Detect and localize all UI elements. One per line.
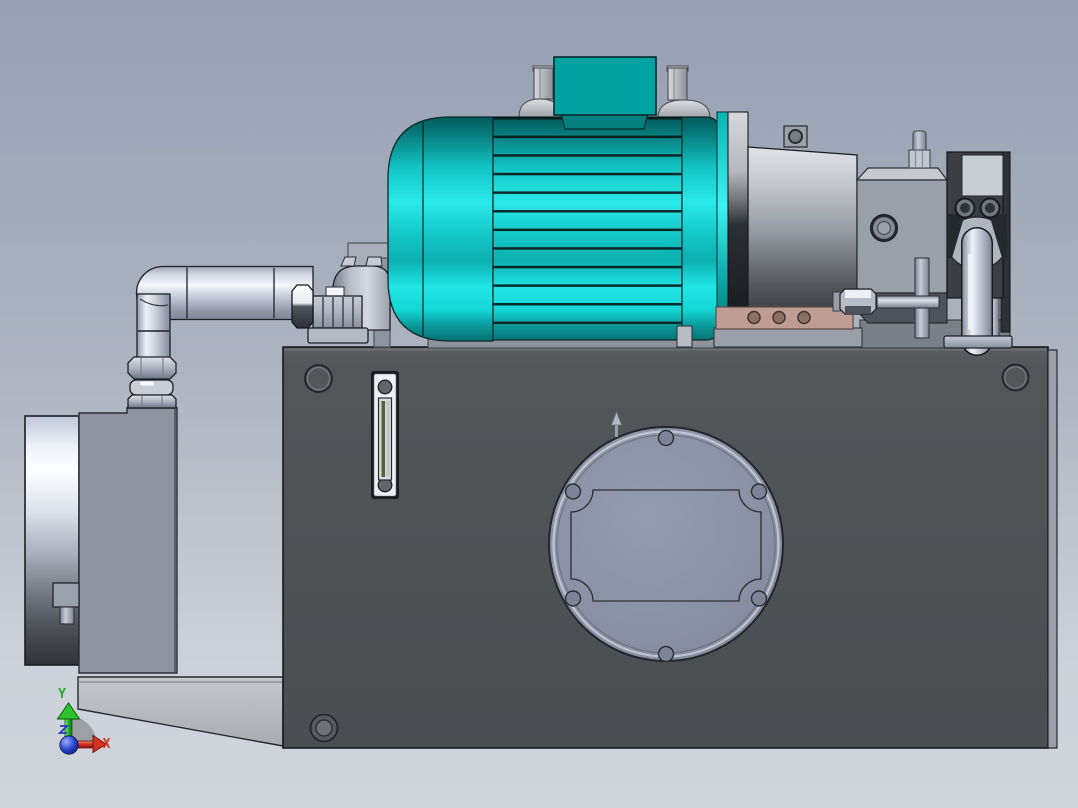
pipe-flange <box>943 335 1013 349</box>
motor-pedestal <box>713 327 863 348</box>
motor-end-cap <box>387 116 494 342</box>
origin-sphere <box>59 735 79 755</box>
tank-side-face <box>1047 349 1058 749</box>
drain-plug[interactable] <box>309 713 339 743</box>
sight-glass-bolt-top <box>377 379 393 395</box>
motor-foot <box>676 325 693 348</box>
x-axis-label: X <box>103 737 111 752</box>
model-scene: Y X <box>0 0 1078 808</box>
electric-motor[interactable] <box>387 116 719 342</box>
filter-mounting-plate[interactable] <box>78 407 178 674</box>
hex-pipe-fittings[interactable] <box>127 356 177 409</box>
tank-plug-top-right[interactable] <box>1001 363 1030 392</box>
motor-junction-box[interactable] <box>553 56 657 130</box>
tank-plug-top-left[interactable] <box>304 364 333 393</box>
tank-access-cover[interactable] <box>548 426 784 663</box>
filler-flange <box>307 327 369 344</box>
x-axis-arrow <box>76 740 94 749</box>
oil-level-sight-glass[interactable] <box>371 371 399 499</box>
filler-hex-nut <box>291 284 314 329</box>
cad-viewport[interactable]: Y X <box>0 0 1078 808</box>
filter-cylinder[interactable] <box>24 415 80 666</box>
sight-glass-tube <box>386 401 390 477</box>
motor-rear-band <box>681 116 719 341</box>
motor-bracket-salmon[interactable] <box>715 306 854 330</box>
sight-glass-oil-level <box>381 401 385 477</box>
y-axis-label: Y <box>58 687 66 702</box>
motor-cooling-fins <box>493 117 682 340</box>
